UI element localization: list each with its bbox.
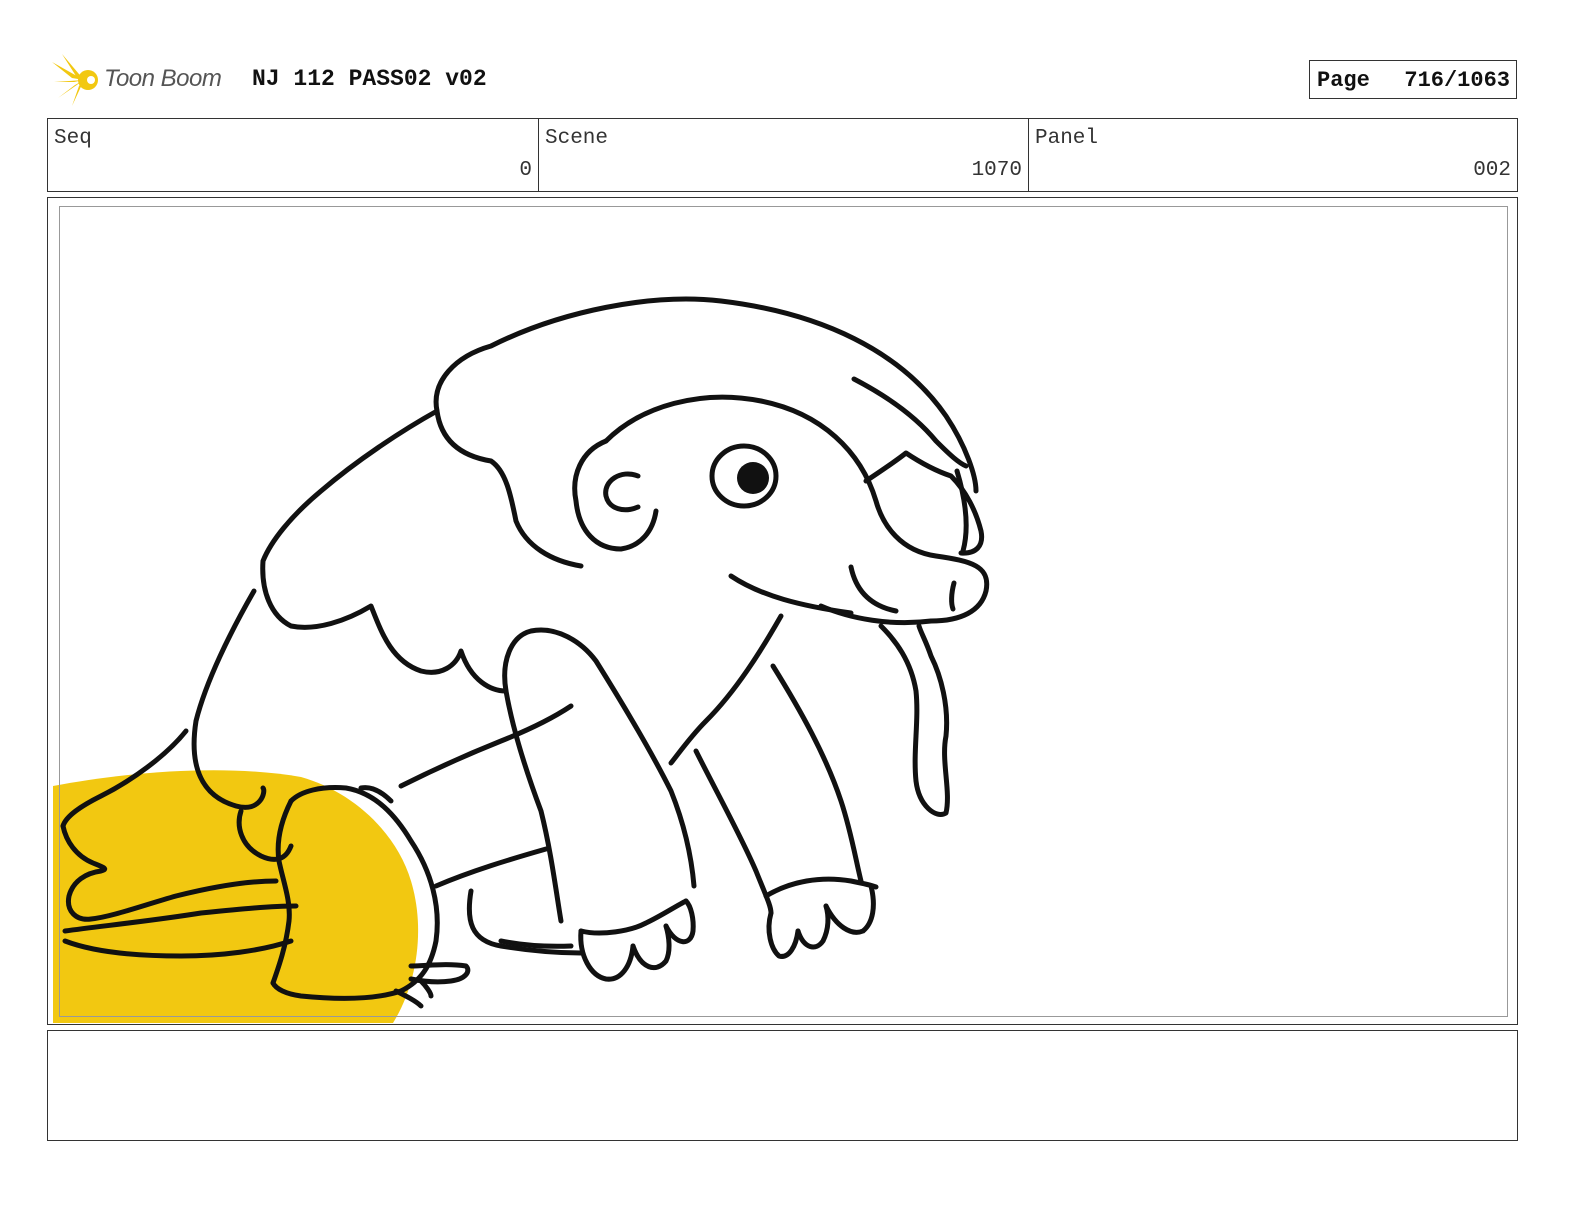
panel-safe-area bbox=[59, 206, 1508, 1017]
caption-box bbox=[47, 1030, 1518, 1141]
page-label: Page bbox=[1317, 68, 1370, 93]
page-indicator: Page 716/1063 bbox=[1309, 60, 1517, 99]
seq-label: Seq bbox=[54, 127, 92, 150]
panel-cell: Panel 002 bbox=[1028, 119, 1517, 191]
panel-label: Panel bbox=[1035, 127, 1099, 150]
scene-value: 1070 bbox=[971, 159, 1022, 182]
seq-value: 0 bbox=[519, 159, 532, 182]
info-row: Seq 0 Scene 1070 Panel 002 bbox=[47, 118, 1518, 192]
page-number: 716/1063 bbox=[1404, 68, 1510, 93]
seq-cell: Seq 0 bbox=[48, 119, 538, 191]
storyboard-panel bbox=[47, 197, 1518, 1025]
scene-cell: Scene 1070 bbox=[538, 119, 1028, 191]
scene-label: Scene bbox=[545, 127, 609, 150]
panel-value: 002 bbox=[1473, 159, 1511, 182]
toon-boom-logo: Toon Boom bbox=[50, 52, 240, 108]
starburst-icon bbox=[52, 54, 98, 106]
logo-text: Toon Boom bbox=[104, 65, 222, 92]
project-title: NJ 112 PASS02 v02 bbox=[252, 66, 487, 92]
